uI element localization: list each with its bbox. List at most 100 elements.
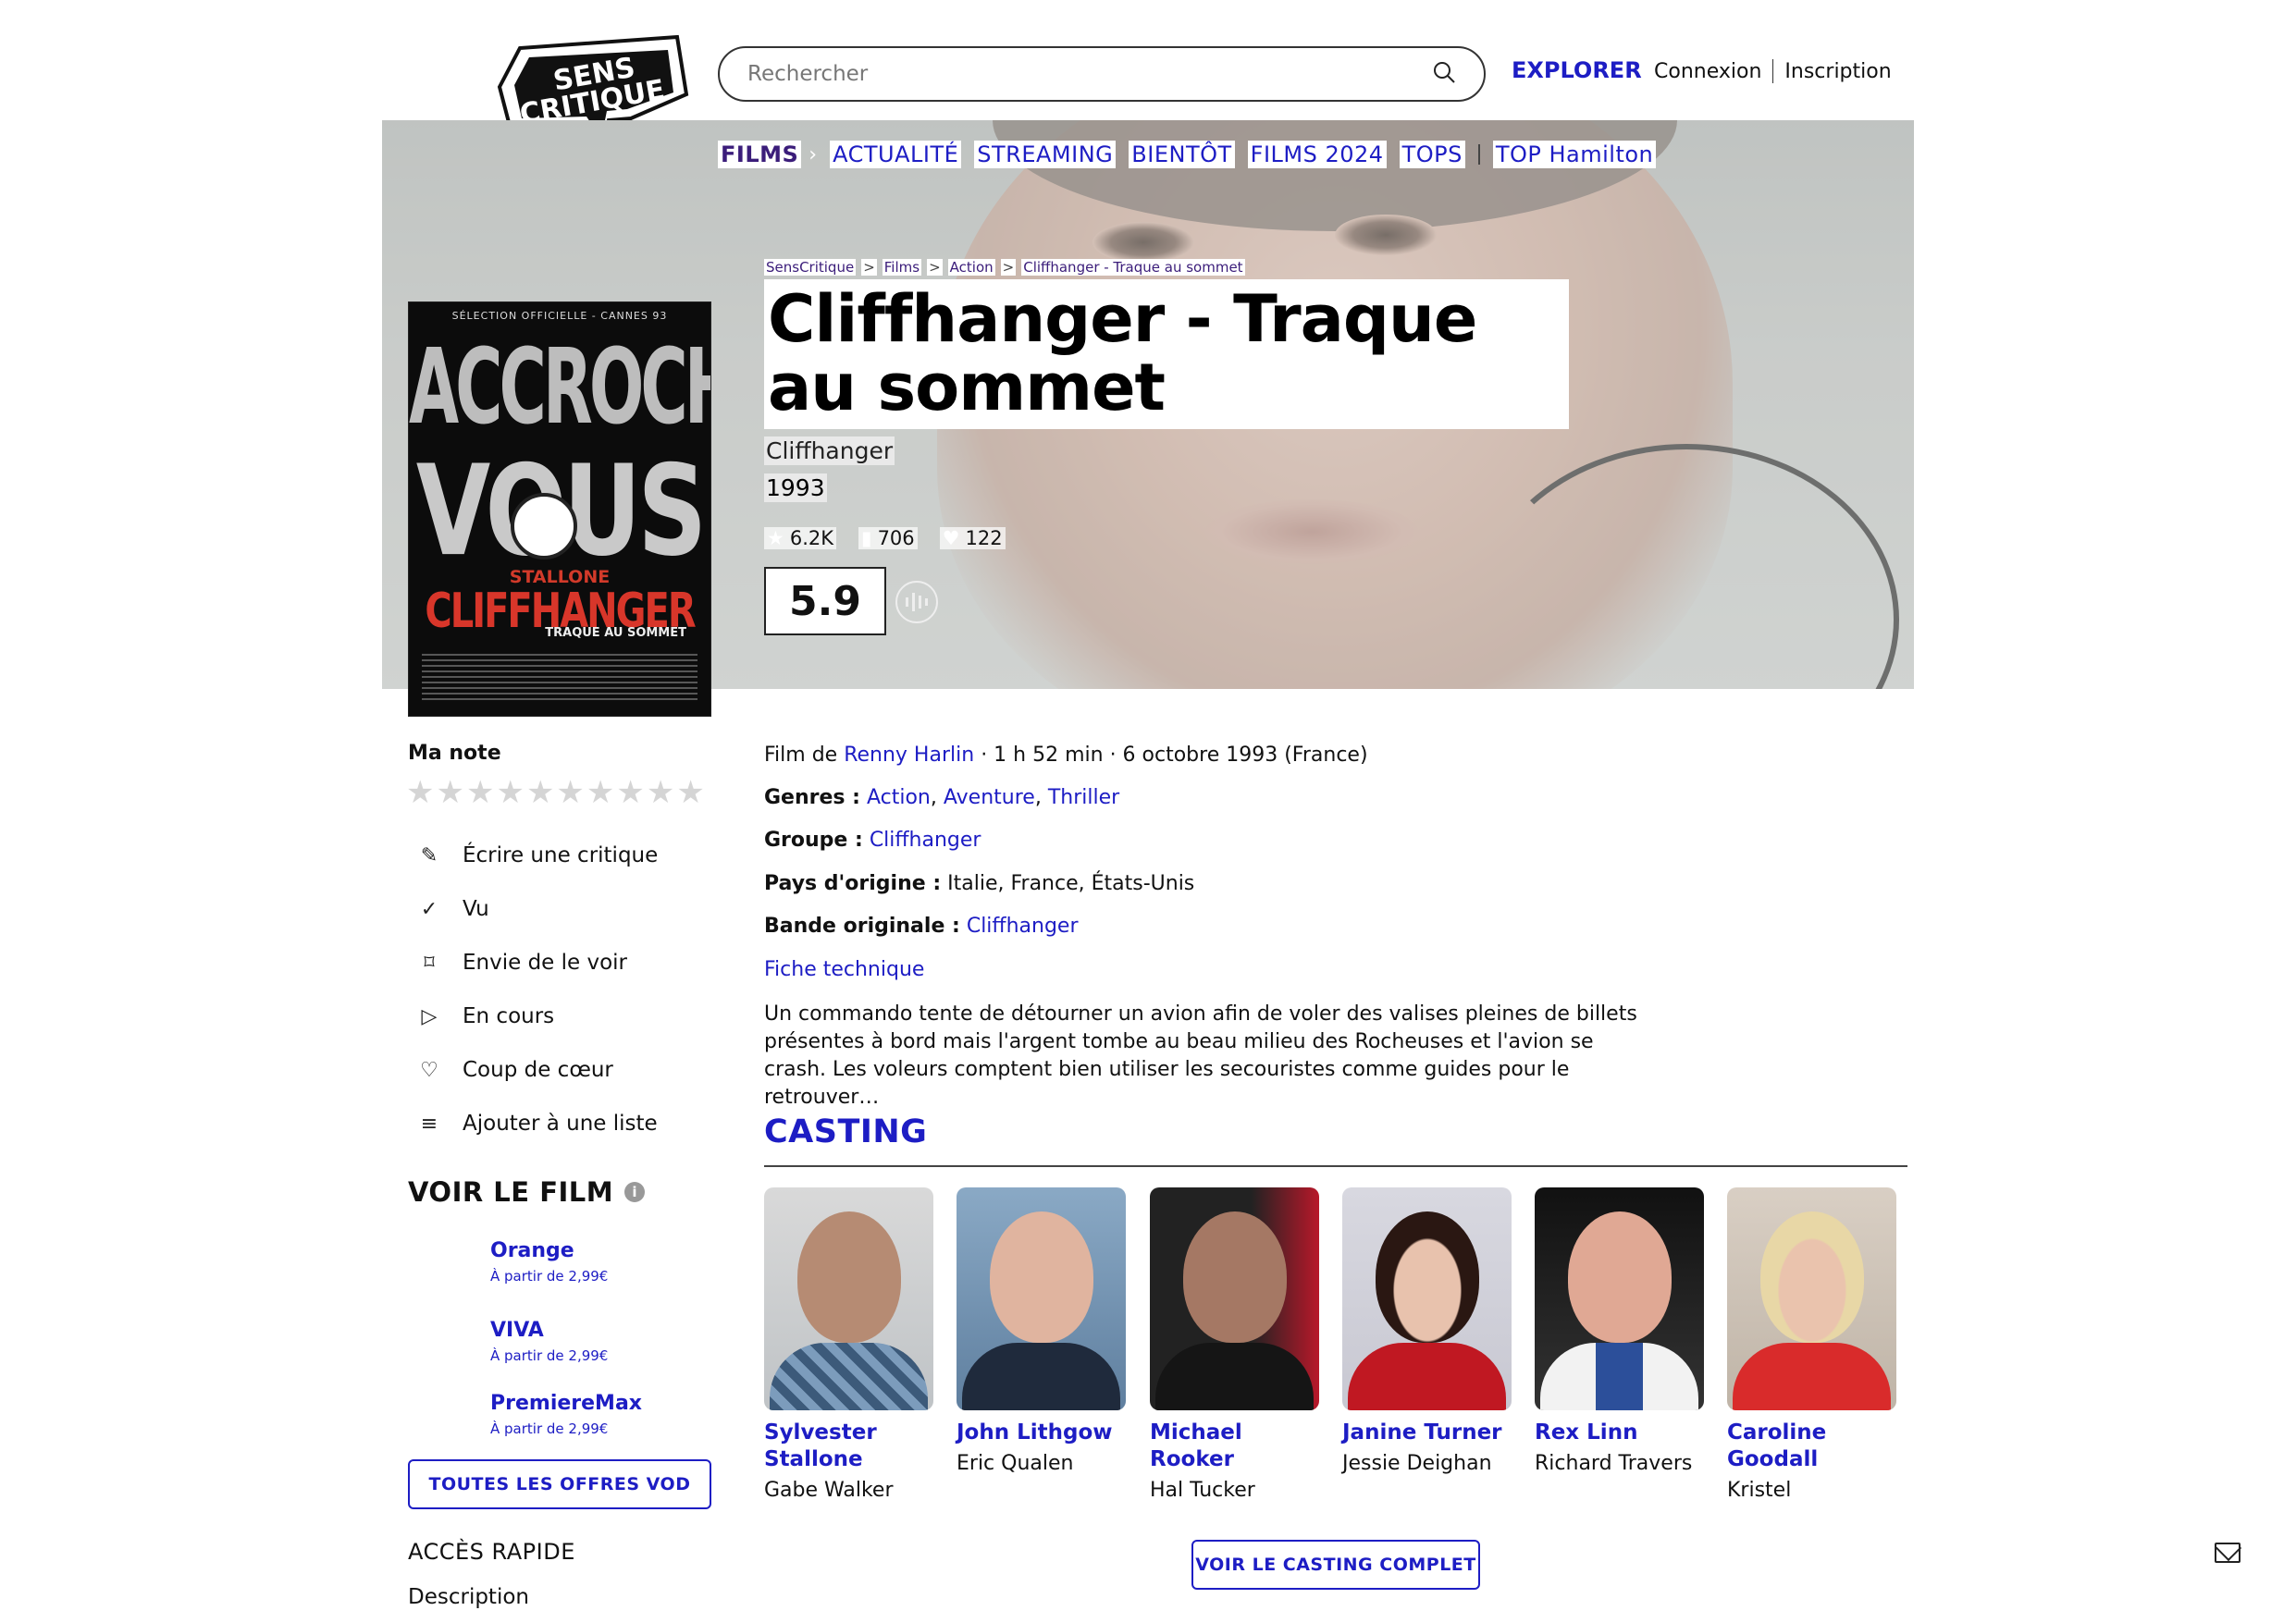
all-vod-offers-button[interactable]: TOUTES LES OFFRES VOD [408,1459,711,1509]
breadcrumb: SensCritique > Films > Action > Cliffhanger… [764,259,1245,276]
my-rating-stars[interactable]: ★ ★ ★ ★ ★ ★ ★ ★ ★ ★ [406,777,705,808]
movie-poster[interactable]: SÉLECTION OFFICIELLE - CANNES 93 ACCROCH… [408,301,711,717]
casting-divider [764,1165,1907,1167]
breadcrumb-home[interactable]: SensCritique [764,259,857,276]
synopsis: Un commando tente de détourner un avion … [764,1002,1637,1109]
nav-bientot[interactable]: BIENTÔT [1129,141,1235,168]
cast-photo-body [962,1343,1120,1410]
bookmark-icon: ⌑ [424,951,435,975]
action-wishlist[interactable]: ⌑ Envie de le voir [418,951,627,975]
action-seen[interactable]: ✓ Vu [418,897,489,921]
breadcrumb-action[interactable]: Action [947,259,995,276]
vod-price: À partir de 2,99€ [490,1420,609,1437]
cast-photo-body [770,1343,928,1410]
rating-star-8[interactable]: ★ [616,777,644,808]
action-favorite[interactable]: ♡ Coup de cœur [418,1058,613,1082]
cast-card[interactable]: Janine Turner Jessie Deighan [1342,1187,1512,1475]
breadcrumb-current: Cliffhanger - Traque au sommet [1021,259,1245,276]
signup-link[interactable]: Inscription [1784,60,1891,83]
poster-subtitle: TRAQUE AU SOMMET [545,626,686,640]
action-in-progress[interactable]: ▷ En cours [418,1004,555,1028]
rating-star-1[interactable]: ★ [406,777,434,808]
group-link[interactable]: Cliffhanger [870,829,981,852]
cast-card[interactable]: Caroline Goodall Kristel [1727,1187,1896,1502]
nav-top-hamilton[interactable]: TOP Hamilton [1492,141,1657,168]
score-distribution-icon[interactable] [895,581,938,623]
group-label: Groupe : [764,829,863,852]
cast-card[interactable]: Sylvester Stallone Gabe Walker [764,1187,933,1502]
breadcrumb-separator: > [927,259,943,276]
cast-name[interactable]: Michael Rooker [1150,1420,1319,1473]
nav-films-2024[interactable]: FILMS 2024 [1247,141,1387,168]
bookmark-icon: ▮ [861,527,872,549]
tech-sheet-link[interactable]: Fiche technique [764,958,924,981]
cast-name[interactable]: Sylvester Stallone [764,1420,933,1473]
play-icon: ▷ [421,1004,438,1028]
soundtrack-link[interactable]: Cliffhanger [967,915,1079,938]
info-icon[interactable]: i [624,1182,646,1202]
rating-star-7[interactable]: ★ [586,777,614,808]
explore-link[interactable]: EXPLORER [1512,57,1642,83]
cast-photo [1727,1187,1896,1410]
cast-name[interactable]: Rex Linn [1535,1420,1704,1446]
genre-link-aventure[interactable]: Aventure [944,786,1035,809]
average-score: 5.9 [764,567,886,635]
cast-card[interactable]: Michael Rooker Hal Tucker [1150,1187,1319,1502]
mail-icon[interactable] [2215,1543,2240,1563]
cast-name[interactable]: John Lithgow [957,1420,1126,1446]
list-add-icon: ≡ [420,1112,438,1136]
original-title: Cliffhanger [764,436,895,465]
distribution-bar [912,593,915,611]
nav-films[interactable]: FILMS [718,141,802,168]
cast-card[interactable]: John Lithgow Eric Qualen [957,1187,1126,1475]
genres-line: Genres : Action, Aventure, Thriller [764,786,1120,809]
rating-star-9[interactable]: ★ [647,777,674,808]
rating-star-3[interactable]: ★ [466,777,494,808]
nav-actualite[interactable]: ACTUALITÉ [830,141,962,168]
rating-star-10[interactable]: ★ [676,777,704,808]
rating-star-5[interactable]: ★ [526,777,554,808]
soundtrack-line: Bande originale : Cliffhanger [764,915,1078,938]
cast-photo [1150,1187,1319,1410]
search-bar[interactable] [718,46,1486,102]
full-cast-button[interactable]: VOIR LE CASTING COMPLET [1191,1540,1480,1590]
action-label: Ajouter à une liste [463,1112,658,1136]
my-rating-label: Ma note [408,742,501,765]
action-label: Envie de le voir [463,951,628,975]
vod-offer-viva[interactable]: VIVA À partir de 2,99€ [490,1319,608,1364]
rating-star-4[interactable]: ★ [496,777,524,808]
rating-star-2[interactable]: ★ [436,777,463,808]
rating-star-6[interactable]: ★ [556,777,584,808]
cast-role: Gabe Walker [764,1479,894,1502]
cast-role: Jessie Deighan [1342,1452,1492,1475]
cast-photo-body [1733,1343,1891,1410]
quick-access-description-link[interactable]: Description [408,1585,529,1609]
cast-photo [1342,1187,1512,1410]
cast-photo [764,1187,933,1410]
breadcrumb-films[interactable]: Films [882,259,922,276]
genre-link-thriller[interactable]: Thriller [1048,786,1119,809]
search-icon[interactable] [1432,60,1456,88]
cast-photo-head [990,1211,1093,1343]
movie-stats: ★ 6.2K ▮ 706 ♥ 122 [764,527,1006,549]
cast-photo [957,1187,1126,1410]
vod-offer-orange[interactable]: Orange À partir de 2,99€ [490,1239,608,1285]
nav-tops[interactable]: TOPS [1399,141,1465,168]
search-input[interactable] [747,62,1432,86]
cast-role: Richard Travers [1535,1452,1693,1475]
genre-link-action[interactable]: Action [867,786,931,809]
nav-streaming[interactable]: STREAMING [974,141,1117,168]
director-link[interactable]: Renny Harlin [844,744,974,767]
vod-offer-premieremax[interactable]: PremiereMax À partir de 2,99€ [490,1392,642,1437]
poster-headline-1: ACCROCHEZ [409,326,710,449]
genres-label: Genres : [764,786,860,809]
page-title: Cliffhanger - Traque au sommet [764,279,1569,429]
action-write-review[interactable]: ✎ Écrire une critique [418,843,659,867]
cast-card[interactable]: Rex Linn Richard Travers [1535,1187,1704,1475]
cast-name[interactable]: Janine Turner [1342,1420,1512,1446]
ratings-count: 6.2K [789,527,833,549]
cast-name[interactable]: Caroline Goodall [1727,1420,1896,1473]
vod-price: À partir de 2,99€ [490,1268,609,1285]
login-link[interactable]: Connexion [1654,60,1761,83]
action-add-to-list[interactable]: ≡ Ajouter à une liste [418,1112,658,1136]
